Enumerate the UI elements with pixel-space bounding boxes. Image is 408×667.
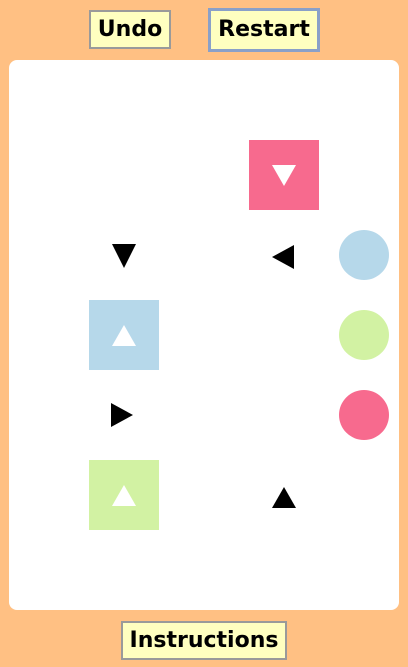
- floor-arrow-left-icon: [269, 242, 299, 272]
- restart-button[interactable]: Restart: [208, 8, 320, 52]
- pink-block-down[interactable]: [249, 140, 319, 210]
- blue-goal-circle: [339, 230, 389, 280]
- floor-arrow-up-icon: [269, 484, 299, 514]
- blue-block-up[interactable]: [89, 300, 159, 370]
- undo-button[interactable]: Undo: [89, 10, 171, 49]
- instructions-button[interactable]: Instructions: [121, 621, 287, 660]
- game-board: [9, 60, 399, 610]
- green-goal-circle: [339, 310, 389, 360]
- arrow-up-icon: [89, 300, 159, 370]
- floor-arrow-right-icon: [109, 400, 139, 430]
- arrow-down-icon: [249, 140, 319, 210]
- pink-goal-circle: [339, 390, 389, 440]
- arrow-up-icon: [89, 460, 159, 530]
- floor-arrow-down-icon: [109, 242, 139, 272]
- green-block-up[interactable]: [89, 460, 159, 530]
